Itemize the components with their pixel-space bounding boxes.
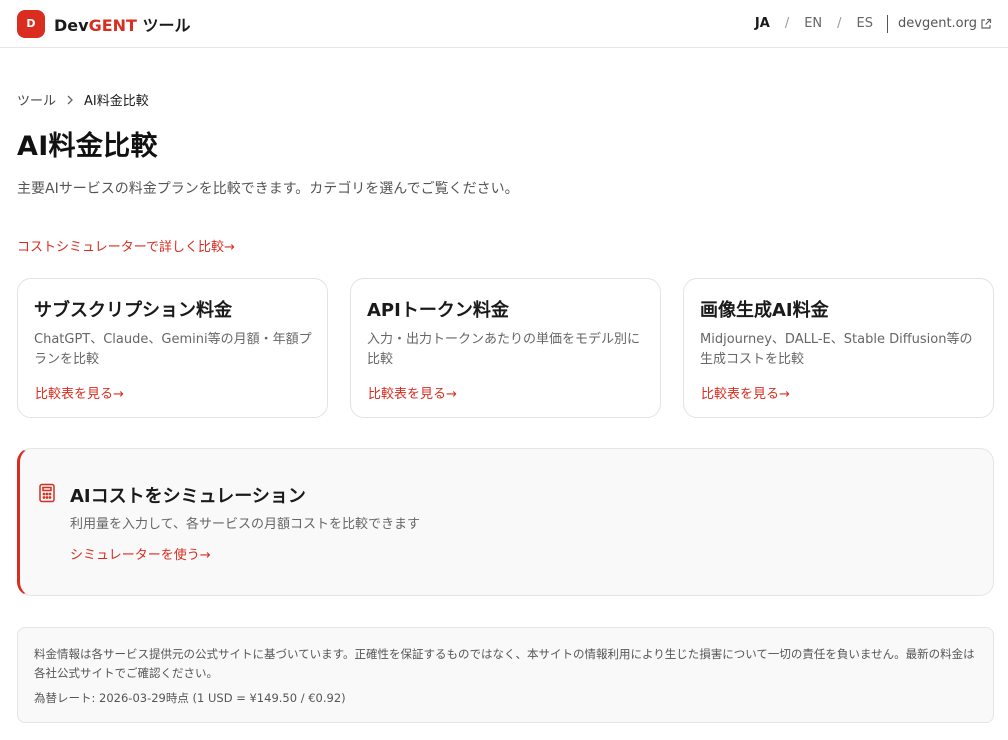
card-description: ChatGPT、Claude、Gemini等の月額・年額プランを比較	[34, 332, 312, 367]
brand-logo: D	[17, 9, 45, 38]
card-description: Midjourney、DALL-E、Stable Diffusion等の生成コス…	[700, 332, 973, 367]
brand-prefix: Dev	[54, 15, 89, 35]
lang-en-link[interactable]: EN	[804, 16, 822, 31]
card-image-generation-pricing[interactable]: 画像生成AI料金 Midjourney、DALL-E、Stable Diffus…	[683, 278, 994, 418]
lang-ja-link[interactable]: JA	[755, 16, 770, 31]
nav-divider	[887, 14, 889, 33]
lang-separator: /	[784, 16, 790, 31]
card-subscription-pricing[interactable]: サブスクリプション料金 ChatGPT、Claude、Gemini等の月額・年額…	[17, 278, 328, 418]
lang-separator: /	[837, 16, 842, 31]
card-view-table-link[interactable]: 比較表を見る→	[35, 383, 124, 402]
lang-es-link[interactable]: ES	[857, 16, 873, 31]
site-link-label: devgent.org	[898, 16, 977, 31]
external-link-icon	[981, 18, 992, 29]
brand-accent: GENT	[88, 15, 137, 35]
brand[interactable]: D DevGENT ツール	[17, 9, 191, 38]
breadcrumb: ツール AI料金比較	[17, 90, 149, 109]
page-description: 主要AIサービスの料金プランを比較できます。カテゴリを選んでご覧ください。	[17, 181, 519, 197]
exchange-rate-note: 為替レート: 2026-03-29時点 (1 USD = ¥149.50 / €…	[34, 691, 346, 705]
site-link[interactable]: devgent.org	[898, 16, 992, 31]
chevron-right-icon	[67, 95, 73, 104]
card-api-token-pricing[interactable]: APIトークン料金 入力・出力トークンあたりの単価をモデル別に比較 比較表を見る…	[350, 278, 661, 418]
card-view-table-link[interactable]: 比較表を見る→	[701, 383, 790, 402]
brand-name: DevGENT ツール	[54, 12, 191, 36]
card-title: APIトークン料金	[367, 300, 509, 321]
cost-simulator-link[interactable]: コストシミュレーターで詳しく比較→	[17, 236, 235, 255]
card-title: サブスクリプション料金	[34, 300, 232, 321]
card-title: 画像生成AI料金	[700, 300, 829, 321]
cost-simulation-panel: AIコストをシミュレーション 利用量を入力して、各サービスの月額コストを比較でき…	[17, 448, 994, 596]
calculator-icon	[39, 483, 55, 503]
use-simulator-link[interactable]: シミュレーターを使う→	[70, 544, 211, 563]
simulation-title: AIコストをシミュレーション	[70, 486, 306, 507]
top-right-nav: JA / EN / ES devgent.org	[755, 14, 992, 33]
simulation-description: 利用量を入力して、各サービスの月額コストを比較できます	[70, 517, 420, 532]
disclaimer-text: 料金情報は各サービス提供元の公式サイトに基づいています。正確性を保証するものでは…	[34, 647, 975, 680]
breadcrumb-current: AI料金比較	[84, 94, 149, 109]
card-description: 入力・出力トークンあたりの単価をモデル別に比較	[367, 332, 641, 367]
brand-suffix: ツール	[136, 15, 191, 35]
disclaimer-box: 料金情報は各サービス提供元の公式サイトに基づいています。正確性を保証するものでは…	[17, 627, 994, 723]
top-navigation-bar: D DevGENT ツール JA / EN / ES devgent.org	[0, 0, 1008, 48]
card-view-table-link[interactable]: 比較表を見る→	[368, 383, 457, 402]
breadcrumb-root-link[interactable]: ツール	[17, 90, 56, 109]
page-title: AI料金比較	[17, 131, 158, 162]
